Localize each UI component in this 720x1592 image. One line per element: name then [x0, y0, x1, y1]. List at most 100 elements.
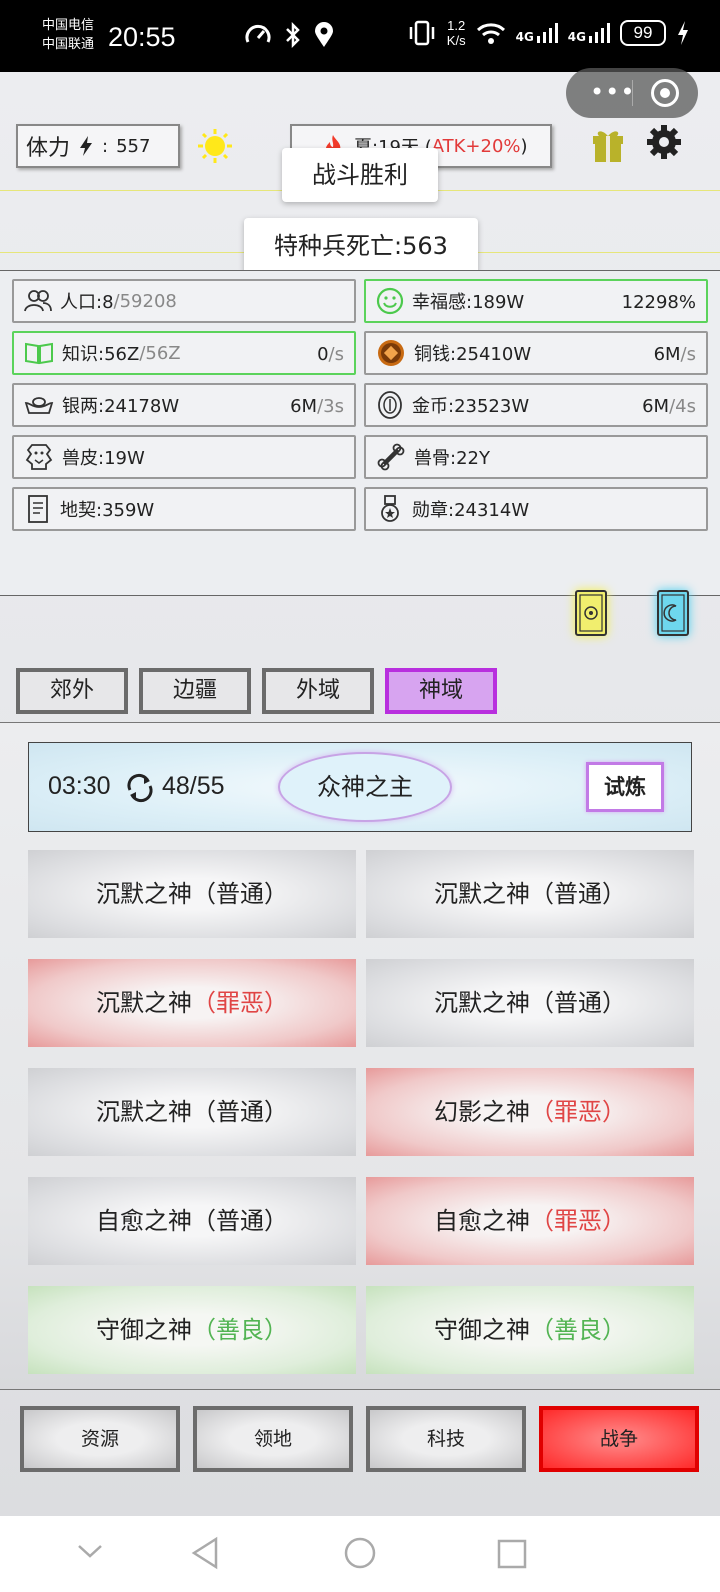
enemy-card[interactable]: 沉默之神（罪恶） — [28, 959, 356, 1047]
refresh-timer: 03:30 — [48, 772, 111, 800]
resource-label: 铜钱:25410W — [414, 344, 532, 365]
resource-bone: 兽骨:22Y — [364, 435, 708, 479]
battery-indicator: 99 — [620, 20, 666, 46]
enemy-name: 自愈之神 — [434, 1207, 530, 1235]
resource-deed: 地契:359W — [12, 487, 356, 531]
signal-bars-icon — [536, 23, 558, 43]
close-miniprogram-icon[interactable] — [651, 79, 679, 107]
rate-unit: /3s — [317, 396, 344, 417]
stamina-panel: 体力 : 557 — [16, 124, 180, 168]
gift-icon[interactable] — [591, 126, 625, 164]
settings-gear-icon[interactable] — [646, 124, 682, 160]
carrier-2: 中国联通 — [42, 37, 95, 52]
enemy-alignment: （普通） — [192, 1207, 288, 1235]
moon-symbol-icon — [661, 594, 685, 632]
rate-value: 6M — [653, 344, 681, 365]
enemy-alignment: （罪恶） — [530, 1207, 626, 1235]
resource-label: 兽皮:19W — [62, 448, 145, 469]
enemy-name: 守御之神 — [434, 1316, 530, 1344]
enemy-card[interactable]: 沉默之神（普通） — [366, 959, 694, 1047]
medal-icon — [381, 495, 399, 522]
back-icon[interactable] — [190, 1536, 220, 1570]
speedometer-icon — [245, 24, 271, 43]
resource-label: 银两:24178W — [62, 396, 180, 417]
status-bar: 中国电信 中国联通 20:55 1.2 K/s 4G 4G 99 — [0, 0, 720, 72]
rate-value: 6M — [290, 396, 318, 417]
system-navigation-bar — [0, 1516, 720, 1592]
book-icon — [25, 342, 53, 365]
nav-resources[interactable]: 资源 — [20, 1406, 180, 1472]
enemy-name: 沉默之神 — [96, 1098, 192, 1126]
gold-coin-icon — [378, 391, 402, 419]
resource-rate: 0/s — [317, 344, 344, 365]
enemy-card[interactable]: 守御之神（善良） — [28, 1286, 356, 1374]
nav-territory[interactable]: 领地 — [193, 1406, 353, 1472]
speed-value: 1.2 — [447, 18, 466, 33]
enemy-alignment: （罪恶） — [192, 989, 288, 1017]
resource-rate: 6M/3s — [290, 396, 344, 417]
rate-unit: /4s — [669, 396, 696, 417]
enemy-card[interactable]: 沉默之神（普通） — [28, 850, 356, 938]
location-icon — [315, 22, 333, 47]
resource-happiness: 幸福感:189W 12298% — [364, 279, 708, 323]
charging-icon — [678, 21, 688, 45]
resource-rate: 6M/s — [654, 344, 696, 365]
rate-value: 0 — [317, 344, 329, 365]
bluetooth-icon — [286, 22, 300, 48]
tab-divine-realm[interactable]: 神域 — [385, 668, 497, 714]
network-speed: 1.2 K/s — [447, 18, 466, 48]
carrier-1: 中国电信 — [42, 18, 95, 33]
resource-rate: 12298% — [621, 292, 696, 313]
home-icon[interactable] — [343, 1536, 377, 1570]
resource-medal: 勋章:24314W — [364, 487, 708, 531]
enemy-card[interactable]: 沉默之神（普通） — [28, 1068, 356, 1156]
resource-label: 地契:359W — [60, 500, 155, 521]
tab-suburb[interactable]: 郊外 — [16, 668, 128, 714]
network-type-2: 4G — [567, 30, 586, 44]
resource-copper: 铜钱:25410W 6M/s — [364, 331, 708, 375]
enemy-card[interactable]: 幻影之神（罪恶） — [366, 1068, 694, 1156]
rate-unit: /s — [328, 344, 344, 365]
resource-knowledge: 知识:56Z/56Z 0/s — [12, 331, 356, 375]
resource-gold: 金币:23523W 6M/4s — [364, 383, 708, 427]
enemy-name: 沉默之神 — [434, 880, 530, 908]
stamina-label: 体力 — [26, 136, 71, 161]
victory-toast: 战斗胜利 — [282, 148, 438, 202]
copper-coin-icon — [378, 340, 404, 366]
resource-max: /56Z — [139, 342, 181, 364]
resource-label: 金币:23523W — [412, 396, 530, 417]
enemy-name: 幻影之神 — [434, 1098, 530, 1126]
recent-apps-icon[interactable] — [496, 1538, 528, 1570]
resource-label: 勋章:24314W — [412, 500, 530, 521]
enemy-card[interactable]: 沉默之神（普通） — [366, 850, 694, 938]
enemy-alignment: （普通） — [530, 989, 626, 1017]
resource-label: 知识:56Z — [62, 344, 140, 365]
tab-outer-realm[interactable]: 外域 — [262, 668, 374, 714]
yellow-card-icon[interactable] — [575, 590, 607, 636]
enemy-name: 自愈之神 — [96, 1207, 192, 1235]
trial-button[interactable]: 试炼 — [586, 762, 664, 812]
sun-icon — [198, 129, 232, 163]
stamina-value: 557 — [116, 135, 151, 157]
hide-keyboard-icon[interactable] — [76, 1542, 104, 1560]
animal-hide-icon — [25, 444, 53, 470]
resource-hide: 兽皮:19W — [12, 435, 356, 479]
tab-frontier[interactable]: 边疆 — [139, 668, 251, 714]
enemy-card[interactable]: 自愈之神（普通） — [28, 1177, 356, 1265]
network-type-1: 4G — [515, 30, 534, 44]
boss-name[interactable]: 众神之主 — [278, 752, 452, 822]
enemy-alignment: （普通） — [192, 880, 288, 908]
nav-technology[interactable]: 科技 — [366, 1406, 526, 1472]
refresh-icon[interactable] — [124, 772, 156, 804]
resource-max: /59208 — [113, 290, 177, 312]
more-icon[interactable]: ••• — [590, 78, 635, 106]
resource-label: 兽骨:22Y — [414, 448, 490, 469]
flower-symbol-icon — [579, 594, 603, 632]
nav-war[interactable]: 战争 — [539, 1406, 699, 1472]
blue-card-icon[interactable] — [657, 590, 689, 636]
speed-unit: K/s — [446, 33, 466, 48]
enemy-name: 沉默之神 — [434, 989, 530, 1017]
enemy-card[interactable]: 守御之神（善良） — [366, 1286, 694, 1374]
stamina-separator: : — [102, 135, 109, 157]
enemy-card[interactable]: 自愈之神（罪恶） — [366, 1177, 694, 1265]
